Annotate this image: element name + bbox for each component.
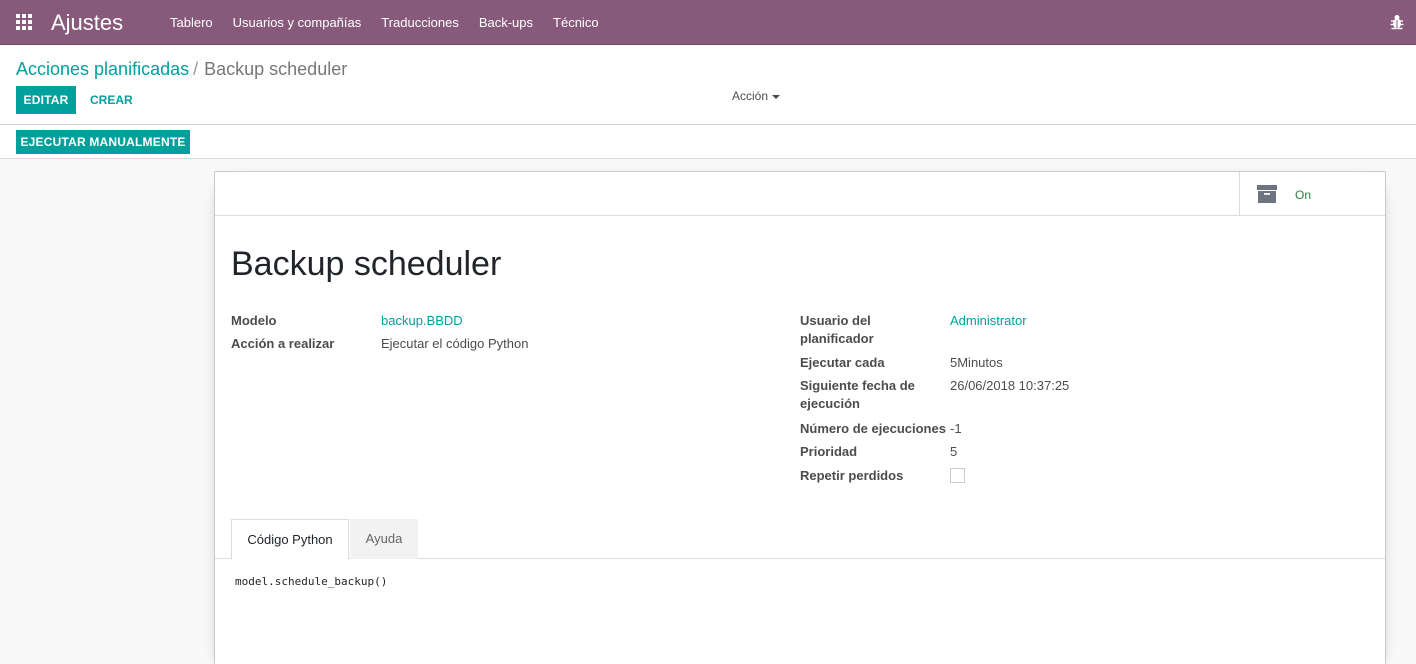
record-title: Backup scheduler: [231, 245, 502, 283]
breadcrumb-parent-link[interactable]: Acciones planificadas: [16, 59, 189, 79]
menu-item-tecnico[interactable]: Técnico: [543, 0, 609, 45]
field-label-interval: Ejecutar cada: [800, 355, 885, 370]
field-label-priority: Prioridad: [800, 444, 858, 459]
field-label-number-of-calls: Número de ejecuciones: [800, 421, 946, 436]
field-label-scheduler-user: Usuario del planificador: [800, 313, 874, 346]
menu-item-backups[interactable]: Back-ups: [469, 0, 543, 45]
create-button[interactable]: CREAR: [84, 86, 139, 114]
edit-button[interactable]: EDITAR: [16, 86, 76, 114]
repeat-missed-checkbox[interactable]: [950, 468, 965, 483]
control-panel: Acciones planificadas / Backup scheduler E…: [0, 45, 1416, 125]
action-dropdown[interactable]: Acción: [732, 89, 781, 103]
breadcrumb-separator: /: [193, 59, 199, 79]
menu-item-usuarios[interactable]: Usuarios y compañías: [223, 0, 372, 45]
button-box: On: [215, 172, 1385, 216]
top-navbar: Ajustes Tablero Usuarios y compañías Tra…: [0, 0, 1416, 45]
menu-item-tablero[interactable]: Tablero: [160, 0, 223, 45]
field-value-priority: 5: [950, 444, 958, 459]
archive-icon: [1257, 185, 1277, 203]
menu-item-traducciones[interactable]: Traducciones: [371, 0, 469, 45]
field-value-next-execution: 26/06/2018 10:37:25: [950, 378, 1070, 393]
field-value-action: Ejecutar el código Python: [381, 336, 529, 351]
active-toggle-button[interactable]: On: [1239, 172, 1385, 215]
field-value-model-link[interactable]: backup.BBDD: [381, 312, 463, 330]
field-value-interval: 5Minutos: [950, 355, 1003, 370]
app-title: Ajustes: [51, 10, 124, 35]
caret-down-icon: [772, 94, 781, 99]
form-statusbar: EJECUTAR MANUALMENTE: [0, 125, 1416, 159]
bug-icon[interactable]: [1390, 14, 1404, 30]
field-value-number-of-calls: -1: [950, 421, 962, 436]
python-code-content[interactable]: model.schedule_backup(): [235, 575, 387, 588]
apps-grid-icon[interactable]: [16, 14, 34, 30]
breadcrumb-current: Backup scheduler: [204, 59, 348, 79]
form-sheet: On Backup scheduler Modelo backup.BBDD A…: [214, 171, 1386, 664]
field-value-scheduler-user-link[interactable]: Administrator: [950, 312, 1027, 330]
active-toggle-label: On: [1295, 188, 1312, 202]
field-label-action: Acción a realizar: [231, 336, 335, 351]
main-menu: Tablero Usuarios y compañías Traduccione…: [160, 0, 609, 45]
breadcrumb: Acciones planificadas / Backup scheduler: [16, 58, 347, 80]
run-manually-button[interactable]: EJECUTAR MANUALMENTE: [16, 130, 190, 154]
tab-python-code[interactable]: Código Python: [231, 519, 349, 560]
field-label-repeat-missed: Repetir perdidos: [800, 468, 904, 483]
notebook-tabs: Código Python Ayuda: [215, 519, 1385, 560]
field-label-model: Modelo: [231, 313, 277, 328]
field-label-next-execution: Siguiente fecha de ejecución: [800, 378, 915, 411]
action-dropdown-label: Acción: [732, 89, 769, 103]
tab-help[interactable]: Ayuda: [350, 519, 418, 559]
